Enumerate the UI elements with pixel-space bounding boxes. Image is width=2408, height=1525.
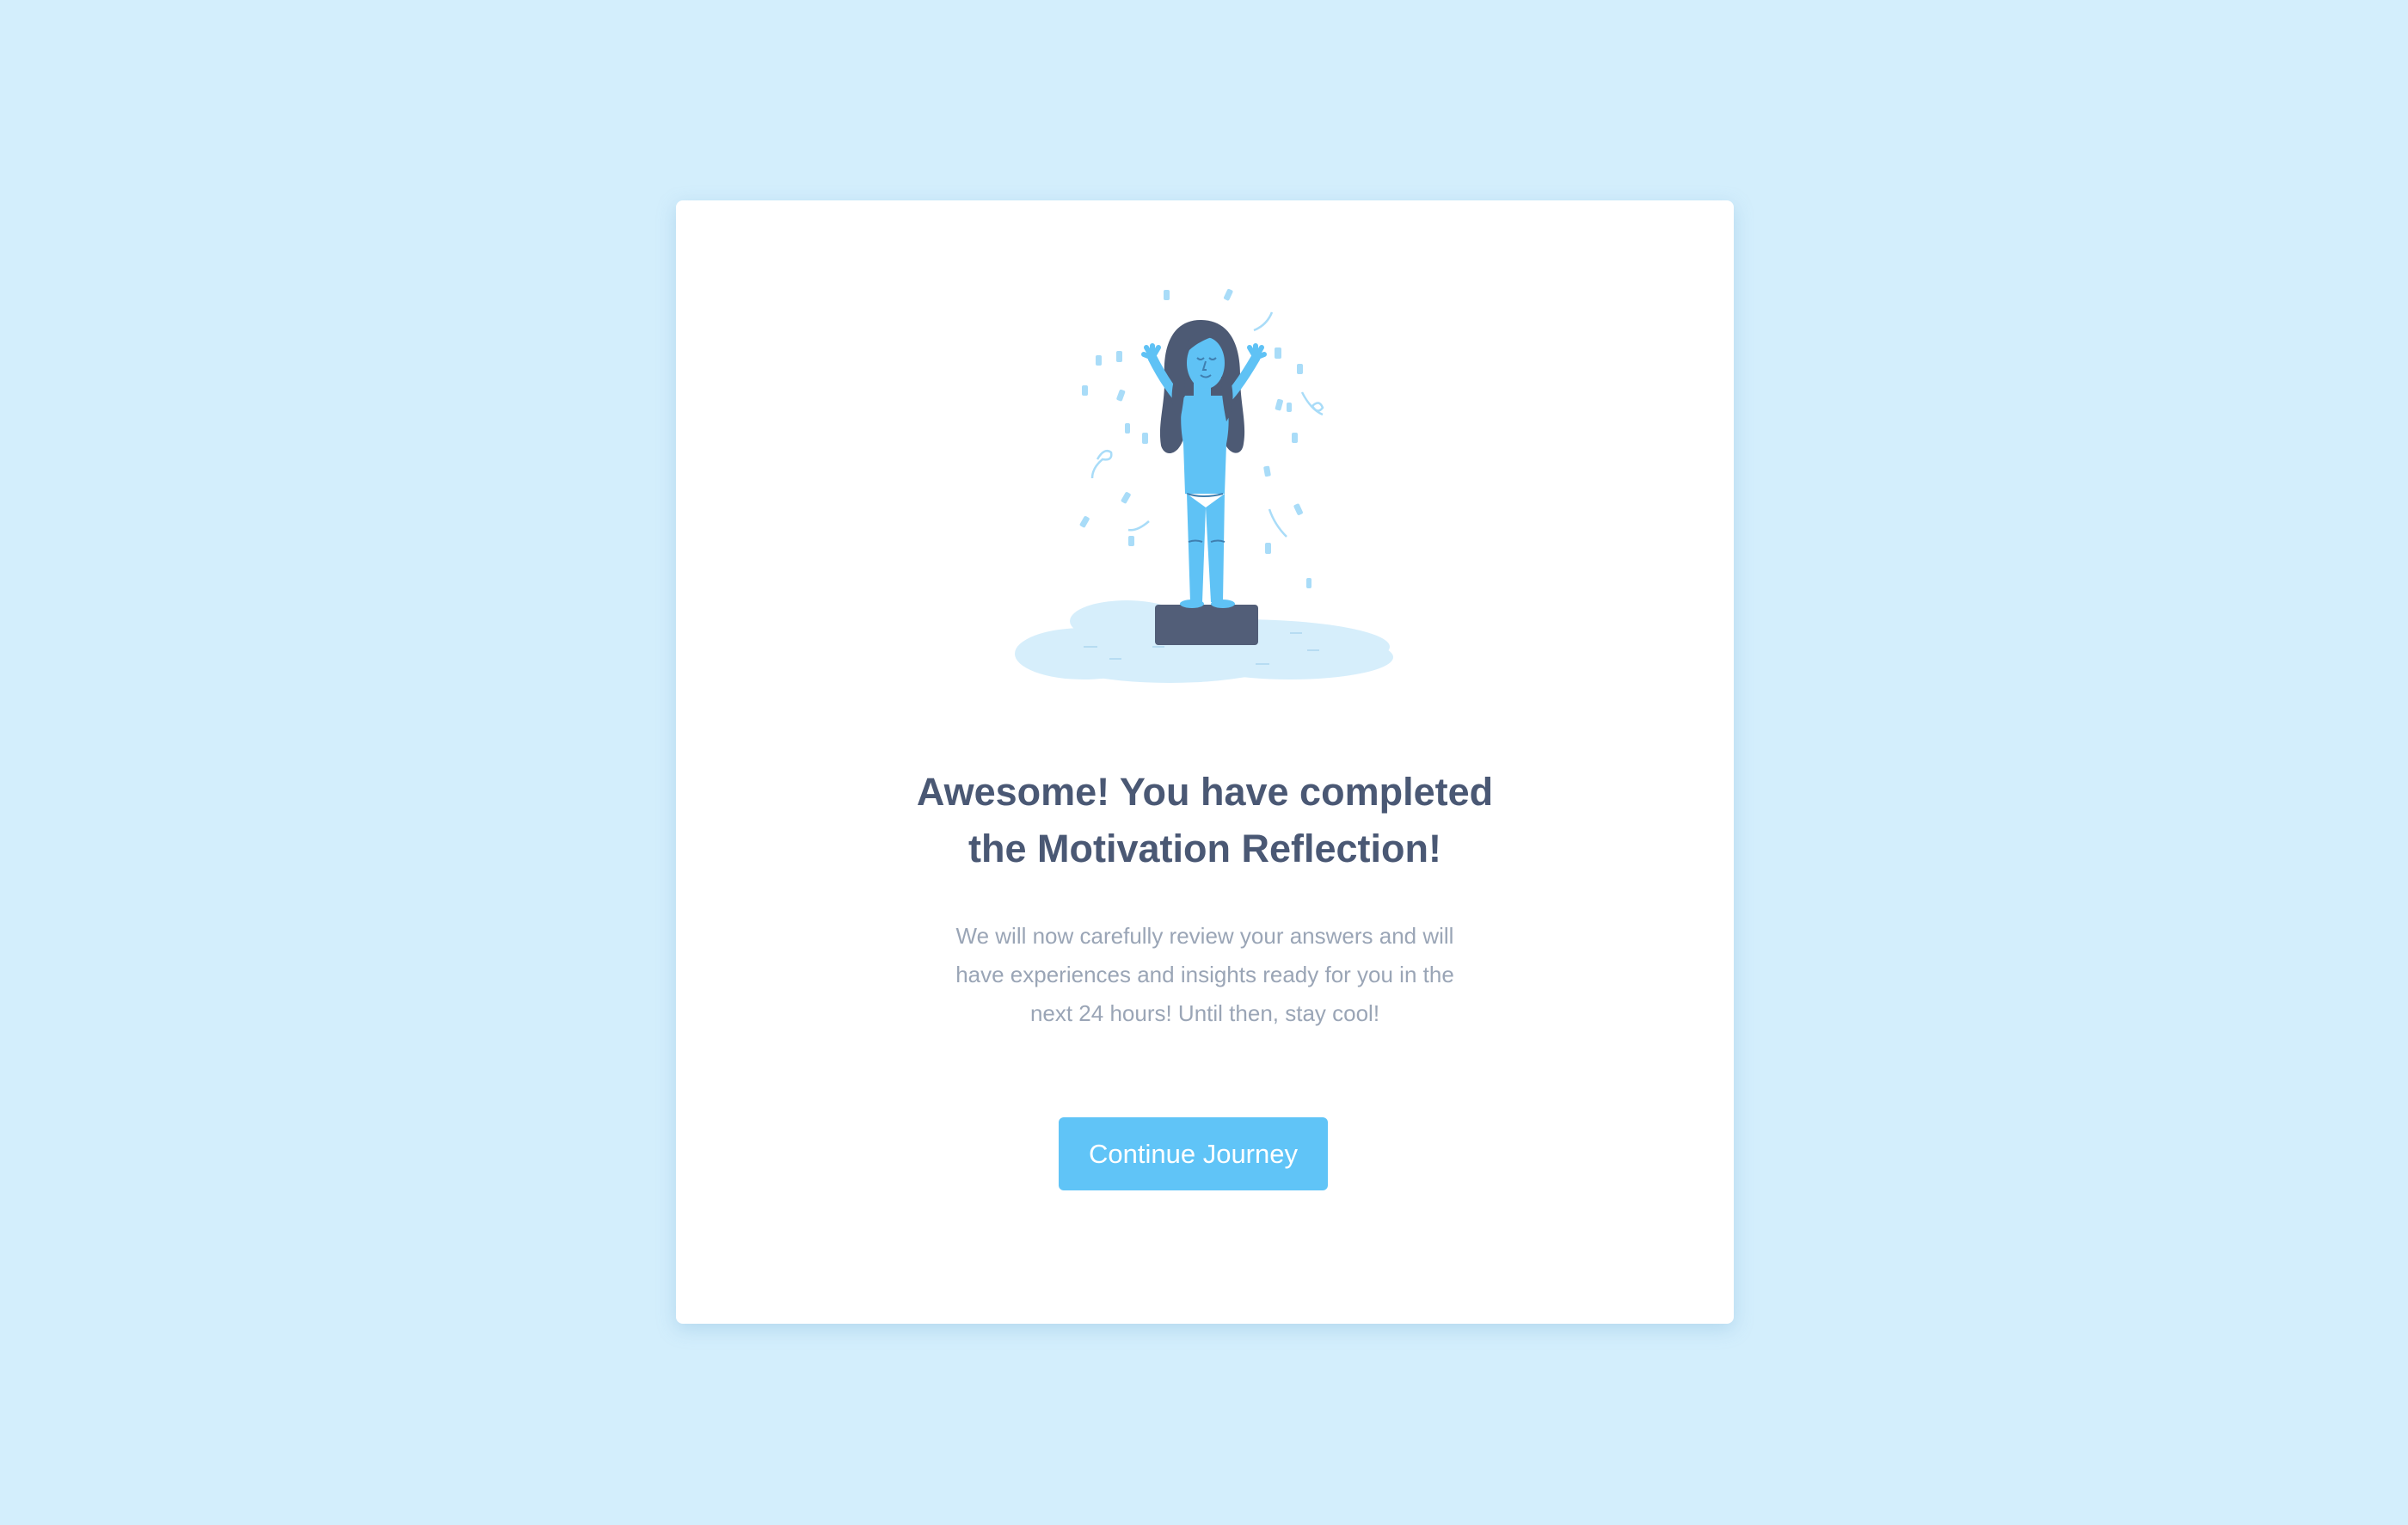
completion-title-line-2: the Motivation Reflection!	[968, 827, 1441, 870]
woman-figure	[1141, 320, 1267, 608]
completion-description-line-1: We will now carefully review your answer…	[955, 923, 1454, 949]
completion-description-line-3: next 24 hours! Until then, stay cool!	[1029, 1000, 1380, 1026]
completion-description-line-2: have experiences and insights ready for …	[955, 962, 1454, 987]
celebrating-woman-on-pedestal-illustration	[1015, 288, 1393, 683]
completion-title-line-1: Awesome! You have completed	[916, 770, 1494, 814]
completion-description: We will now carefully review your answer…	[912, 917, 1498, 1033]
completion-title: Awesome! You have completed the Motivati…	[676, 764, 1734, 877]
pedestal	[1155, 605, 1258, 645]
continue-journey-button[interactable]: Continue Journey	[1059, 1117, 1328, 1190]
